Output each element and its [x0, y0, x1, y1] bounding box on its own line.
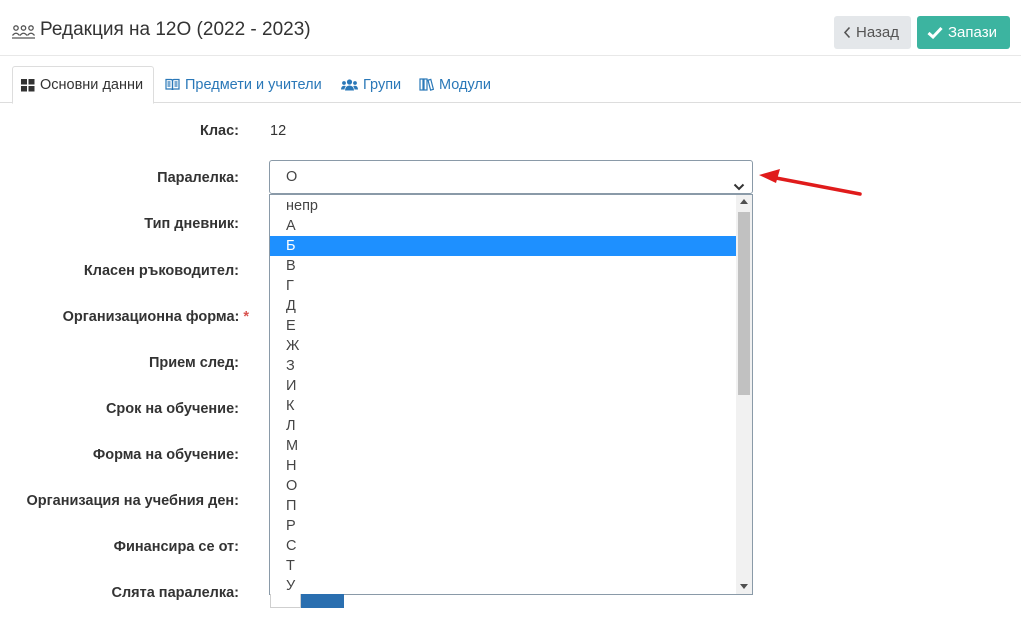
back-button-label: Назад	[856, 24, 899, 41]
dropdown-option[interactable]: П	[270, 496, 736, 516]
save-button-label: Запази	[948, 24, 997, 41]
merged-parallel-toggle[interactable]	[270, 594, 344, 608]
tab-subjects-teachers[interactable]: Предмети и учители	[165, 66, 322, 103]
tab-modules[interactable]: Модули	[419, 66, 491, 103]
dropdown-option[interactable]: Ж	[270, 336, 736, 356]
dropdown-scrollbar[interactable]	[736, 195, 752, 594]
dropdown-option[interactable]: непр	[270, 196, 736, 216]
dropdown-option[interactable]: Б	[270, 236, 736, 256]
people-group-icon	[11, 19, 36, 41]
check-icon	[927, 26, 943, 39]
label-class-teacher: Класен ръководител:	[83, 263, 239, 279]
toggle-on-side	[301, 594, 344, 608]
dropdown-option[interactable]: С	[270, 536, 736, 556]
dropdown-option[interactable]: Г	[270, 276, 736, 296]
dropdown-option[interactable]: З	[270, 356, 736, 376]
label-financed-by: Финансира се от:	[113, 539, 239, 555]
dropdown-option[interactable]: К	[270, 396, 736, 416]
label-class: Клас:	[199, 123, 239, 139]
label-admission-after: Прием след:	[148, 355, 239, 371]
label-study-form: Форма на обучение:	[92, 447, 239, 463]
toggle-off-side	[270, 594, 301, 608]
scrollbar-thumb[interactable]	[738, 212, 750, 395]
dropdown-option[interactable]: Л	[270, 416, 736, 436]
dropdown-option[interactable]: Т	[270, 556, 736, 576]
label-merged-parallel: Слята паралелка:	[111, 585, 239, 601]
tab-label: Групи	[363, 76, 402, 93]
parallel-select[interactable]: О	[269, 160, 753, 194]
page-title: Редакция на 12О (2022 - 2023)	[40, 19, 311, 40]
label-org-form-text: Организационна форма:	[62, 309, 240, 325]
tab-groups[interactable]: Групи	[341, 66, 401, 103]
tab-label: Предмети и учители	[185, 76, 322, 93]
books-icon	[419, 78, 434, 91]
label-diary-type: Тип дневник:	[144, 216, 239, 232]
scroll-up-arrow-icon[interactable]	[740, 199, 748, 204]
class-value: 12	[270, 123, 287, 139]
scroll-down-arrow-icon[interactable]	[740, 584, 748, 589]
tab-label: Модули	[439, 76, 491, 93]
parallel-select-value: О	[286, 169, 298, 185]
dropdown-option[interactable]: Р	[270, 516, 736, 536]
tab-basic-data[interactable]: Основни данни	[12, 66, 154, 104]
dropdown-option[interactable]: В	[270, 256, 736, 276]
page-header: Редакция на 12О (2022 - 2023) Назад Запа…	[0, 0, 1021, 56]
tab-label: Основни данни	[40, 77, 144, 93]
label-day-org: Организация на учебния ден:	[26, 493, 240, 509]
dropdown-option[interactable]: Н	[270, 456, 736, 476]
users-icon	[341, 78, 358, 91]
annotation-arrow-icon	[759, 169, 862, 196]
tab-bar: Основни данни Предмети и учители Групи М…	[0, 66, 1021, 104]
chevron-down-icon	[733, 172, 745, 191]
back-button[interactable]: Назад	[834, 16, 911, 49]
dropdown-option[interactable]: У	[270, 576, 736, 594]
dropdown-option[interactable]: Д	[270, 296, 736, 316]
required-marker: *	[243, 309, 249, 325]
book-icon	[165, 78, 180, 91]
label-parallel: Паралелка:	[157, 170, 239, 186]
dropdown-option[interactable]: Е	[270, 316, 736, 336]
label-org-form: Организационна форма: *	[63, 308, 249, 326]
label-study-term: Срок на обучение:	[105, 401, 239, 417]
parallel-dropdown-list: непр А Б В Г Д Е Ж З И К Л М Н О П Р С Т У	[269, 194, 753, 595]
dropdown-option[interactable]: О	[270, 476, 736, 496]
save-button[interactable]: Запази	[917, 16, 1010, 49]
dropdown-option[interactable]: И	[270, 376, 736, 396]
dropdown-option[interactable]: А	[270, 216, 736, 236]
chevron-left-icon	[843, 26, 851, 39]
grid-icon	[21, 78, 35, 92]
dropdown-option[interactable]: М	[270, 436, 736, 456]
